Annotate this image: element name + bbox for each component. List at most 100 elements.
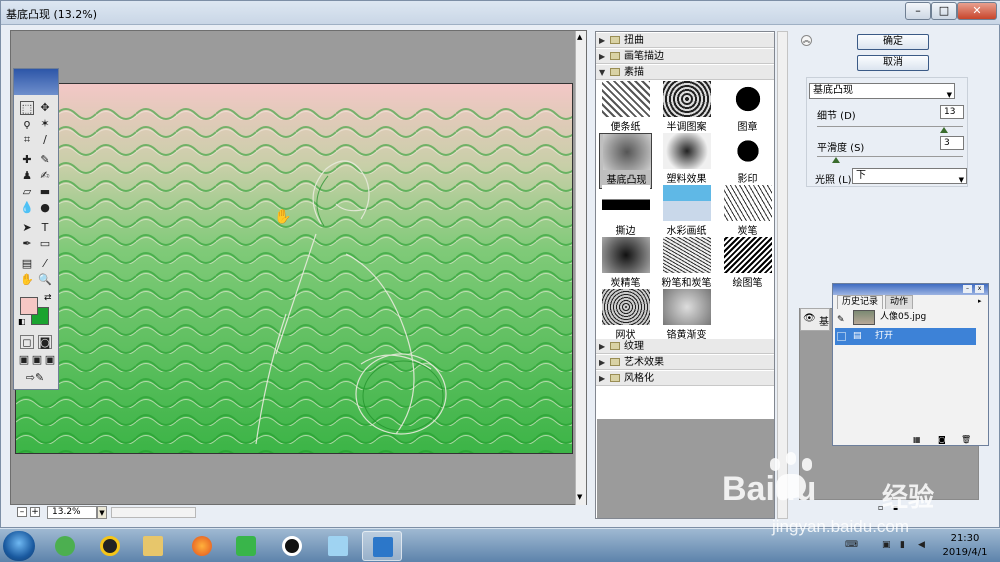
- expand-arrow-right-icon[interactable]: ▶: [599, 371, 605, 386]
- taskbar-app-photo-viewer[interactable]: [318, 531, 358, 561]
- panel-menu-icon[interactable]: ▸: [978, 297, 982, 305]
- filter-thumbnail[interactable]: 炭笔: [721, 185, 774, 241]
- taskbar-app-explorer[interactable]: [133, 531, 173, 561]
- smoothness-slider-handle[interactable]: [831, 157, 840, 163]
- expand-arrow-right-icon[interactable]: ▶: [599, 33, 605, 48]
- filter-panel-scrollbar[interactable]: [777, 31, 788, 519]
- filter-folder-folders_bottom-0[interactable]: ▶ 纹理: [596, 339, 774, 354]
- move-tool-icon[interactable]: ✥: [38, 101, 52, 115]
- path-selection-tool-icon[interactable]: ➤: [20, 221, 34, 235]
- filter-thumbnail[interactable]: 炭精笔: [599, 237, 652, 293]
- preview-vertical-scrollbar[interactable]: ▲ ▼: [575, 31, 586, 505]
- magic-wand-tool-icon[interactable]: ✶: [38, 117, 52, 131]
- filter-thumbnail[interactable]: 网状: [599, 289, 652, 345]
- lasso-tool-icon[interactable]: ϙ: [20, 117, 34, 131]
- filter-thumbnail[interactable]: 便条纸: [599, 81, 652, 137]
- standard-mode-icon[interactable]: ◻: [20, 335, 34, 349]
- filter-thumbnail[interactable]: 塑料效果: [660, 133, 713, 189]
- taskbar-app-firefox[interactable]: [182, 531, 222, 561]
- effect-layer-row[interactable]: 👁 基: [800, 308, 830, 331]
- gradient-tool-icon[interactable]: ▬: [38, 185, 52, 199]
- brush-source-icon[interactable]: ✎: [837, 312, 845, 329]
- filter-thumbnail[interactable]: 半调图案: [660, 81, 713, 137]
- zoom-out-button[interactable]: –: [17, 507, 27, 517]
- filter-folder-folders_top-0[interactable]: ▶ 扭曲: [596, 33, 774, 48]
- type-tool-icon[interactable]: T: [38, 221, 52, 235]
- foreground-color-swatch[interactable]: [20, 297, 38, 315]
- screen-mode-full-menu-icon[interactable]: ▣: [30, 353, 44, 367]
- history-checkbox[interactable]: [837, 332, 846, 341]
- filter-thumbnail[interactable]: 粉笔和炭笔: [660, 237, 713, 293]
- taskbar-app-video[interactable]: [226, 531, 266, 561]
- preview-horizontal-scrollbar[interactable]: [111, 507, 196, 518]
- taskbar-app-qq[interactable]: [90, 531, 130, 561]
- filter-thumbnail[interactable]: 铬黄渐变: [660, 289, 713, 345]
- scroll-up-arrow-icon[interactable]: ▲: [577, 33, 582, 41]
- jump-to-imageready-icon[interactable]: ⇨✎: [20, 371, 50, 385]
- filter-folder-folders_bottom-2[interactable]: ▶ 风格化: [596, 371, 774, 386]
- history-panel-header[interactable]: – x: [833, 284, 988, 295]
- collapse-gallery-icon[interactable]: ︽: [801, 35, 812, 46]
- eraser-tool-icon[interactable]: ▱: [20, 185, 34, 199]
- zoom-tool-icon[interactable]: 🔍: [38, 273, 52, 287]
- minimize-button[interactable]: –: [905, 2, 931, 20]
- panel-minimize-icon[interactable]: –: [963, 285, 972, 293]
- default-colors-icon[interactable]: ◧: [18, 317, 26, 326]
- blur-tool-icon[interactable]: 💧: [20, 201, 34, 215]
- screen-mode-full-icon[interactable]: ▣: [43, 353, 57, 367]
- filter-thumbnail[interactable]: 图章: [721, 81, 774, 137]
- zoom-in-button[interactable]: +: [30, 507, 40, 517]
- detail-slider-handle[interactable]: [940, 127, 949, 133]
- new-document-icon[interactable]: ▦: [913, 435, 921, 444]
- detail-field[interactable]: 13: [940, 105, 964, 119]
- light-select[interactable]: 下 ▼: [852, 168, 967, 184]
- expand-arrow-down-icon[interactable]: ▼: [599, 65, 605, 80]
- smoothness-field[interactable]: 3: [940, 136, 964, 150]
- preview-image[interactable]: [15, 83, 573, 454]
- marquee-tool-icon[interactable]: ⬚: [20, 101, 34, 115]
- history-brush-tool-icon[interactable]: ✍: [38, 169, 52, 183]
- brush-tool-icon[interactable]: ✎: [38, 153, 52, 167]
- tab-history[interactable]: 历史记录: [837, 295, 884, 309]
- swap-colors-icon[interactable]: ⇄: [44, 293, 52, 303]
- hand-tool-icon[interactable]: ✋: [20, 273, 34, 287]
- start-button-icon[interactable]: [3, 531, 35, 561]
- panel-close-icon[interactable]: x: [975, 285, 984, 293]
- title-bar[interactable]: 基底凸现 (13.2%) – □ ✕: [1, 1, 1000, 25]
- dodge-tool-icon[interactable]: ●: [38, 201, 52, 215]
- filter-folder-folders_top-1[interactable]: ▶ 画笔描边: [596, 49, 774, 64]
- screen-mode-standard-icon[interactable]: ▣: [17, 353, 31, 367]
- zoom-level-field[interactable]: 13.2%: [47, 506, 97, 519]
- crop-tool-icon[interactable]: ⌗: [20, 133, 34, 147]
- filter-folder-folders_bottom-1[interactable]: ▶ 艺术效果: [596, 355, 774, 370]
- toolbox-header[interactable]: [14, 69, 58, 95]
- history-snapshot-row[interactable]: ✎ 人像05.jpg: [835, 309, 976, 326]
- healing-brush-tool-icon[interactable]: ✚: [20, 153, 34, 167]
- expand-arrow-right-icon[interactable]: ▶: [599, 339, 605, 354]
- eyedropper-tool-icon[interactable]: ⁄: [38, 257, 52, 271]
- tab-actions[interactable]: 动作: [885, 295, 914, 309]
- history-step-open[interactable]: ▤ 打开: [835, 328, 976, 345]
- maximize-button[interactable]: □: [931, 2, 957, 20]
- cancel-button[interactable]: 取消: [857, 55, 929, 71]
- snapshot-icon[interactable]: ◙: [938, 435, 946, 444]
- taskbar-app-photoshop[interactable]: [362, 531, 402, 561]
- ok-button[interactable]: 确定: [857, 34, 929, 50]
- expand-arrow-right-icon[interactable]: ▶: [599, 49, 605, 64]
- filter-thumbnail[interactable]: 基底凸现: [599, 133, 652, 189]
- clone-stamp-tool-icon[interactable]: ♟: [20, 169, 34, 183]
- shape-tool-icon[interactable]: ▭: [38, 237, 52, 251]
- filter-folder-folders_top-2[interactable]: ▼ 素描: [596, 65, 774, 80]
- filter-thumbnail[interactable]: 水彩画纸: [660, 185, 713, 241]
- pen-tool-icon[interactable]: ✒: [20, 237, 34, 251]
- notes-tool-icon[interactable]: ▤: [20, 257, 34, 271]
- taskbar-app-recorder[interactable]: [272, 531, 312, 561]
- taskbar-app-360-browser[interactable]: [45, 531, 85, 561]
- filter-thumbnail[interactable]: 影印: [721, 133, 774, 189]
- slice-tool-icon[interactable]: ∕: [38, 133, 52, 147]
- filter-thumbnail[interactable]: 撕边: [599, 185, 652, 241]
- eye-icon[interactable]: 👁: [803, 313, 816, 324]
- zoom-dropdown-icon[interactable]: ▼: [97, 506, 107, 519]
- close-button[interactable]: ✕: [957, 2, 997, 20]
- filter-select[interactable]: 基底凸现 ▼: [809, 83, 955, 99]
